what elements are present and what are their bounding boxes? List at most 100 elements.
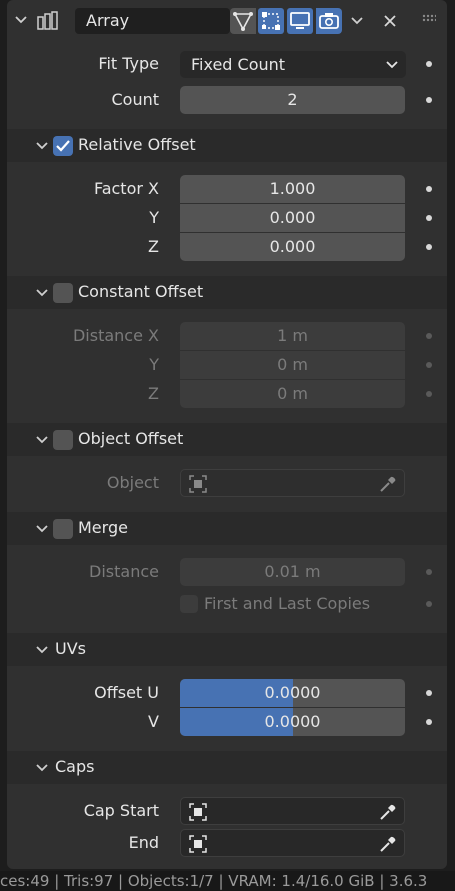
realtime-display-toggle[interactable] <box>287 8 313 34</box>
animate-property-dot[interactable] <box>426 362 432 368</box>
caps-title: Caps <box>55 757 95 776</box>
uvs-header[interactable]: UVs <box>7 633 447 666</box>
constant-offset-title: Constant Offset <box>78 282 204 301</box>
realtime-display-icon <box>290 12 310 29</box>
chevron-down-icon <box>36 289 48 297</box>
relative-offset-header[interactable]: Relative Offset <box>7 129 447 162</box>
modifier-name-text: Array <box>86 11 130 30</box>
offset-u-value: 0.0000 <box>264 683 321 702</box>
eyedropper-icon[interactable] <box>378 474 398 494</box>
animate-property-dot[interactable] <box>426 244 432 250</box>
object-data-icon <box>189 803 207 821</box>
relative-offset-title: Relative Offset <box>78 135 196 154</box>
animate-property-dot[interactable] <box>426 569 432 575</box>
factor-y-label: Y <box>149 208 159 227</box>
render-icon <box>319 13 339 29</box>
relative-offset-checkbox[interactable] <box>53 136 73 156</box>
merge-distance-field[interactable]: 0.01 m <box>180 558 405 586</box>
collapse-chevron-icon[interactable] <box>14 15 28 25</box>
object-data-icon <box>189 835 207 853</box>
object-label: Object <box>106 473 159 492</box>
on-cage-toggle[interactable] <box>258 8 284 34</box>
distance-x-field[interactable]: 1 m <box>180 322 405 350</box>
fit-type-dropdown[interactable]: Fixed Count <box>180 51 406 78</box>
first-last-copies-checkbox[interactable] <box>180 595 198 613</box>
object-data-icon <box>189 475 207 493</box>
chevron-down-icon <box>36 525 48 533</box>
cap-end-picker[interactable] <box>180 829 405 857</box>
factor-y-value: 0.000 <box>269 208 316 227</box>
distance-y-label: Y <box>149 355 159 374</box>
count-label: Count <box>111 90 159 109</box>
constant-offset-header[interactable]: Constant Offset <box>7 276 447 309</box>
on-cage-icon <box>262 12 280 30</box>
distance-x-label: Distance X <box>72 326 159 345</box>
offset-v-label: V <box>148 712 159 731</box>
distance-y-value: 0 m <box>277 355 308 374</box>
array-modifier-icon <box>37 11 58 30</box>
animate-property-dot[interactable] <box>426 601 432 607</box>
edit-mode-icon <box>233 12 253 31</box>
animate-property-dot[interactable] <box>426 690 432 696</box>
count-value: 2 <box>287 90 298 109</box>
merge-distance-value: 0.01 m <box>264 562 321 581</box>
animate-property-dot[interactable] <box>426 61 432 67</box>
factor-x-field[interactable]: 1.000 <box>180 175 405 203</box>
edit-mode-toggle[interactable] <box>230 8 256 34</box>
distance-x-value: 1 m <box>277 326 308 345</box>
first-last-copies-label: First and Last Copies <box>204 594 371 613</box>
animate-property-dot[interactable] <box>426 186 432 192</box>
offset-v-slider[interactable]: 0.0000 <box>180 708 405 736</box>
chevron-down-icon <box>36 764 48 772</box>
offset-u-slider[interactable]: 0.0000 <box>180 679 405 707</box>
offset-v-value: 0.0000 <box>264 712 321 731</box>
factor-z-field[interactable]: 0.000 <box>180 233 405 261</box>
object-offset-header[interactable]: Object Offset <box>7 423 447 456</box>
animate-property-dot[interactable] <box>426 215 432 221</box>
distance-z-label: Z <box>148 384 159 403</box>
merge-header[interactable]: Merge <box>7 512 447 545</box>
animate-property-dot[interactable] <box>426 333 432 339</box>
count-field[interactable]: 2 <box>180 86 405 114</box>
animate-property-dot[interactable] <box>426 719 432 725</box>
factor-x-label: Factor X <box>93 179 159 198</box>
drag-handle-icon[interactable] <box>422 14 436 22</box>
factor-z-value: 0.000 <box>269 237 316 256</box>
cap-start-label: Cap Start <box>83 801 159 820</box>
distance-y-field[interactable]: 0 m <box>180 351 405 379</box>
factor-y-field[interactable]: 0.000 <box>180 204 405 232</box>
object-offset-checkbox[interactable] <box>53 430 73 450</box>
distance-z-field[interactable]: 0 m <box>180 380 405 408</box>
factor-x-value: 1.000 <box>269 179 316 198</box>
distance-z-value: 0 m <box>277 384 308 403</box>
modifier-name-field[interactable]: Array <box>75 8 230 34</box>
eyedropper-icon[interactable] <box>378 834 398 854</box>
cap-start-picker[interactable] <box>180 797 405 825</box>
constant-offset-checkbox[interactable] <box>53 283 73 303</box>
fit-type-label: Fit Type <box>98 54 159 73</box>
fit-type-value: Fixed Count <box>191 55 286 74</box>
status-bar: ces:49 | Tris:97 | Objects:1/7 | VRAM: 1… <box>0 871 455 891</box>
cap-end-label: End <box>128 833 159 852</box>
render-toggle[interactable] <box>316 8 342 34</box>
chevron-down-icon <box>36 436 48 444</box>
merge-checkbox[interactable] <box>53 519 73 539</box>
animate-property-dot[interactable] <box>426 391 432 397</box>
checkmark-icon <box>56 140 70 152</box>
offset-u-label: Offset U <box>94 683 159 702</box>
object-picker-field[interactable] <box>180 469 405 497</box>
chevron-down-icon <box>36 142 48 150</box>
chevron-down-icon <box>386 61 398 69</box>
merge-distance-label: Distance <box>89 562 159 581</box>
dropdown-arrow-icon[interactable] <box>350 16 364 26</box>
array-modifier-panel: Array Fit Type Fixed Count Count 2 Relat… <box>7 0 447 869</box>
uvs-title: UVs <box>55 639 86 658</box>
chevron-down-icon <box>36 646 48 654</box>
animate-property-dot[interactable] <box>426 97 432 103</box>
close-icon[interactable] <box>383 14 397 28</box>
eyedropper-icon[interactable] <box>378 802 398 822</box>
panel-header: Array <box>7 0 447 42</box>
factor-z-label: Z <box>148 237 159 256</box>
object-offset-title: Object Offset <box>78 429 184 448</box>
caps-header[interactable]: Caps <box>7 751 447 784</box>
